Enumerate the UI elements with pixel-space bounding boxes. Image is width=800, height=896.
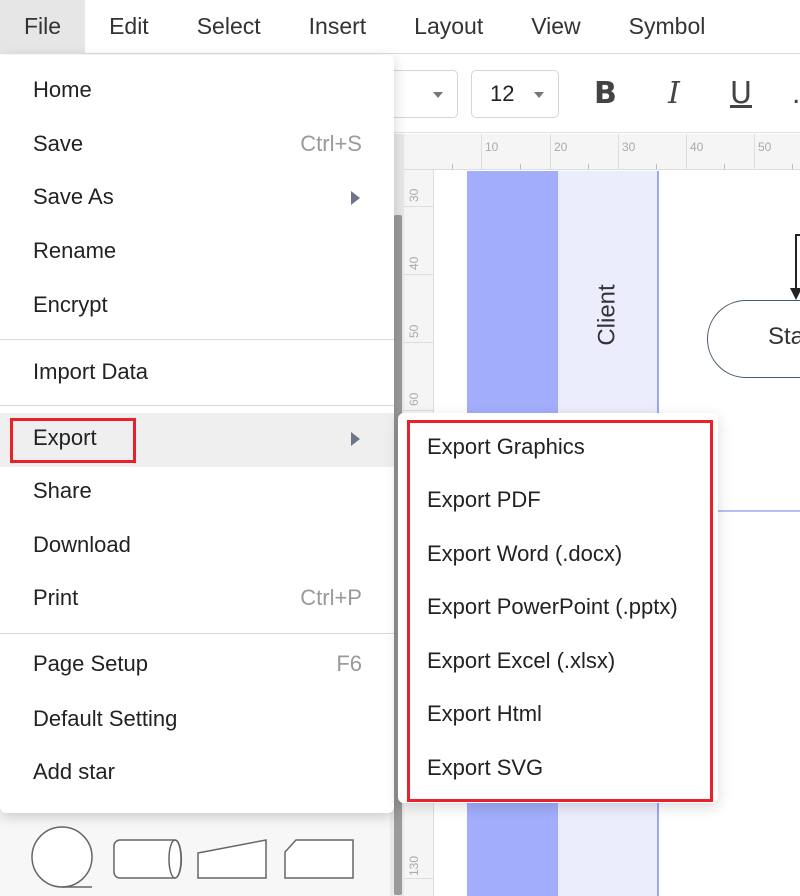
file-menu-item-encrypt[interactable]: Encrypt <box>0 280 394 334</box>
menu-view[interactable]: View <box>507 0 604 54</box>
shape-library-shapes <box>31 826 354 888</box>
more-tools-button[interactable]: . <box>792 77 800 111</box>
bold-button[interactable]: B <box>594 77 617 111</box>
shortcut-label: F6 <box>336 651 362 676</box>
ruler-label: 60 <box>407 392 421 406</box>
ruler-label: 20 <box>554 140 568 154</box>
connector-line-segment[interactable] <box>795 234 800 236</box>
submenu-arrow-icon <box>351 191 360 205</box>
file-menu-item-page-setup[interactable]: Page Setup F6 <box>0 639 394 693</box>
shortcut-label: Ctrl+P <box>300 585 362 610</box>
file-menu-item-add-star[interactable]: Add star <box>0 747 394 801</box>
file-menu-item-home[interactable]: Home <box>0 65 394 119</box>
arrow-head-icon <box>790 288 800 300</box>
italic-button[interactable]: I <box>668 77 680 111</box>
ruler-label: 130 <box>407 855 421 876</box>
menu-select[interactable]: Select <box>173 0 285 54</box>
file-menu-item-default-setting[interactable]: Default Setting <box>0 694 394 748</box>
file-menu-item-download[interactable]: Download <box>0 520 394 574</box>
ruler-label: 50 <box>758 140 772 154</box>
swimlane-label: Client <box>593 284 621 346</box>
menu-bar: File Edit Select Insert Layout View Symb… <box>0 0 800 54</box>
shape-circle[interactable] <box>31 826 93 888</box>
menu-symbol[interactable]: Symbol <box>605 0 730 54</box>
connector-line[interactable] <box>795 234 797 292</box>
ruler-label: 30 <box>407 188 421 202</box>
menu-file[interactable]: File <box>0 0 86 54</box>
file-menu-item-save[interactable]: Save Ctrl+S <box>0 119 394 173</box>
file-menu-item-rename[interactable]: Rename <box>0 226 394 280</box>
shortcut-label: Ctrl+S <box>300 131 362 156</box>
font-size-select[interactable]: 12 <box>471 70 559 118</box>
start-terminator-shape[interactable]: Sta <box>707 300 800 378</box>
submenu-arrow-icon <box>351 432 360 446</box>
file-menu-item-save-as[interactable]: Save As <box>0 172 394 226</box>
ruler-label: 40 <box>690 140 704 154</box>
ruler-label: 50 <box>407 324 421 338</box>
menu-divider <box>0 633 394 634</box>
underline-button[interactable]: U <box>730 77 752 111</box>
horizontal-ruler: 10 20 30 40 50 <box>404 134 800 170</box>
font-size-value: 12 <box>490 81 515 106</box>
menu-insert[interactable]: Insert <box>285 0 391 54</box>
export-highlight-annotation <box>10 418 136 463</box>
ruler-label: 40 <box>407 256 421 270</box>
menu-divider <box>0 405 394 406</box>
menu-divider <box>0 339 394 340</box>
shape-cylinder[interactable] <box>113 839 183 879</box>
start-shape-label: Sta <box>768 323 800 350</box>
menu-layout[interactable]: Layout <box>390 0 507 54</box>
export-submenu-highlight-annotation <box>407 420 713 802</box>
menu-edit[interactable]: Edit <box>85 0 173 54</box>
file-menu-item-share[interactable]: Share <box>0 466 394 520</box>
file-menu-item-print[interactable]: Print Ctrl+P <box>0 573 394 627</box>
ruler-label: 10 <box>485 140 499 154</box>
file-menu-item-import-data[interactable]: Import Data <box>0 347 394 401</box>
chevron-down-icon <box>534 92 544 98</box>
shape-card[interactable] <box>284 839 354 879</box>
chevron-down-icon <box>433 92 443 98</box>
app-window: File Edit Select Insert Layout View Symb… <box>0 0 800 896</box>
shape-manual-input[interactable] <box>197 839 267 879</box>
ruler-label: 30 <box>622 140 636 154</box>
